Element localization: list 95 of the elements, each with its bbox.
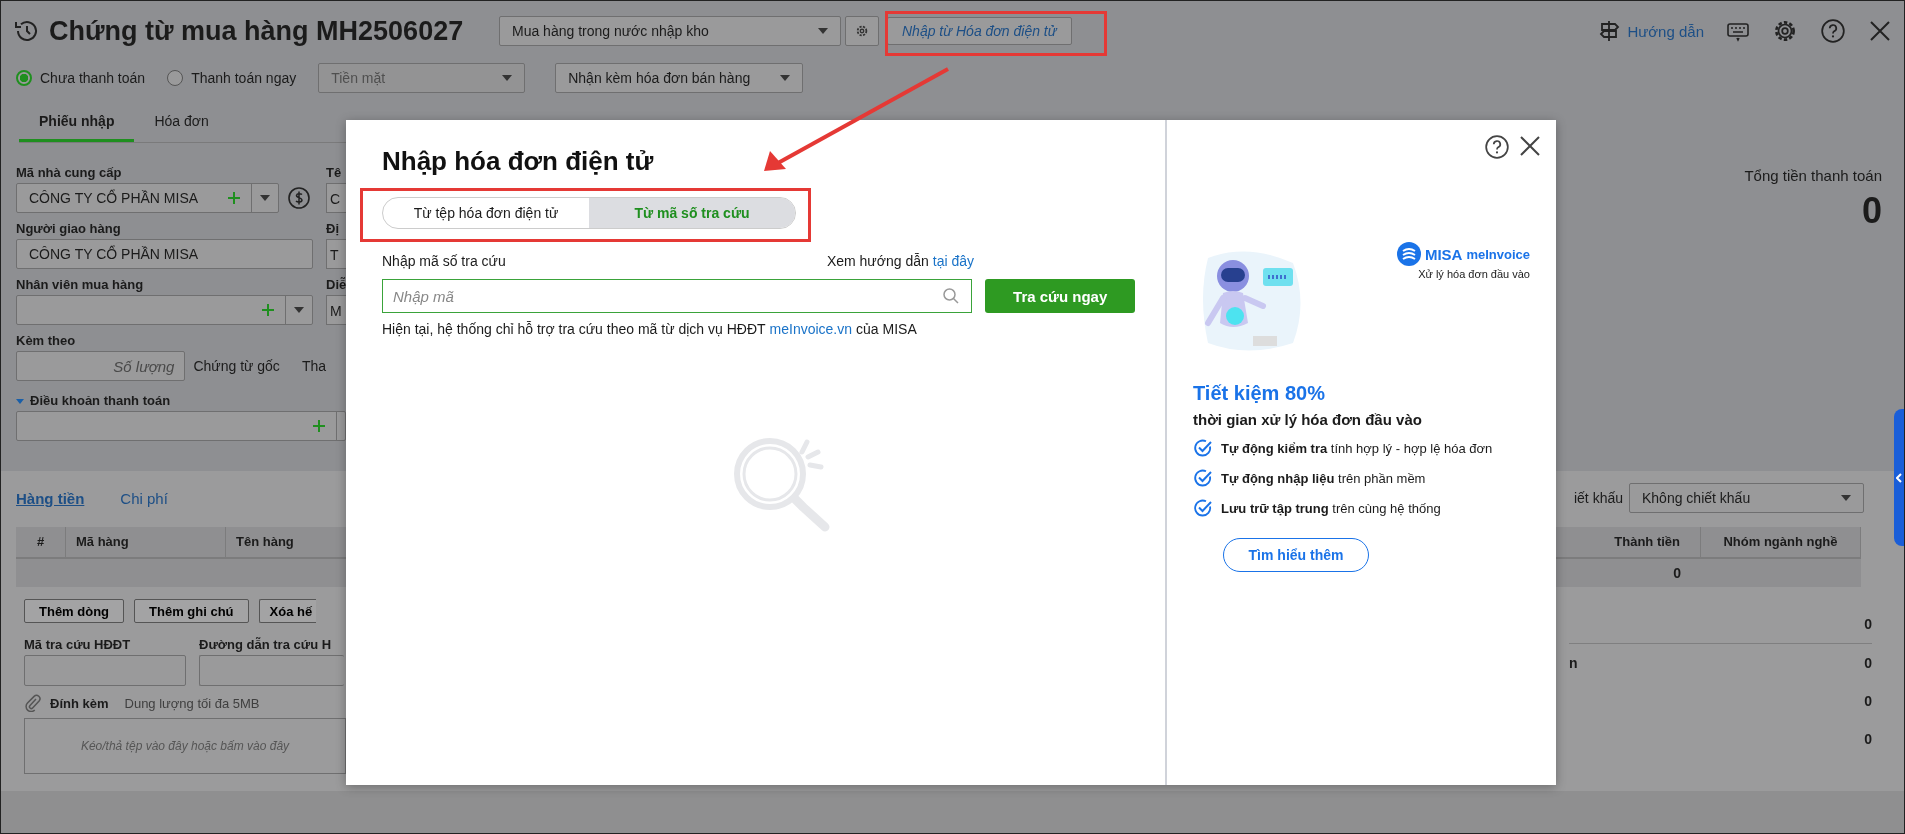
import-einvoice-button[interactable]: Nhập từ Hóa đơn điện tử (887, 17, 1072, 45)
help-icon[interactable] (1820, 18, 1846, 44)
learn-more-button[interactable]: Tìm hiểu thêm (1223, 538, 1369, 572)
chevron-icon (1896, 472, 1902, 483)
column-header: # (16, 527, 66, 557)
promo-headline: Tiết kiệm 80% (1193, 382, 1326, 405)
text-field[interactable] (24, 655, 186, 686)
field-label: Đường dẫn tra cứu H (199, 636, 333, 654)
support-note: Hiện tại, hệ thống chỉ hỗ trợ tra cứu theo mã từ dịch vụ HĐĐT (382, 321, 766, 337)
total-label: Tổng tiền thanh toán (1744, 167, 1882, 184)
payment-terms-field[interactable] (16, 411, 346, 441)
text-field[interactable]: M (326, 295, 346, 325)
attachment-label: Đính kèm (50, 695, 109, 711)
meinvoice-link[interactable]: meInvoice.vn (769, 321, 853, 337)
feature-text: Tự động kiểm tra tính hợp lý - hợp lệ hóa đơn (1221, 440, 1493, 456)
form-tab[interactable]: Hóa đơn (134, 105, 229, 142)
field-label: Kèm theo (16, 332, 77, 350)
field-label: Tê (326, 164, 343, 182)
product-name: meInvoice (1466, 246, 1530, 262)
triangle-icon (16, 398, 24, 404)
mode-tab[interactable]: Từ mã số tra cứu (589, 198, 795, 228)
detail-tab[interactable]: Hàng tiền (16, 489, 85, 507)
check-circle-icon (1193, 438, 1213, 458)
paperclip-icon (24, 694, 42, 712)
caret-icon (818, 28, 828, 34)
summary-value: 0 (1864, 693, 1872, 709)
caret-icon[interactable] (294, 307, 304, 313)
guide-link[interactable]: tại đây (932, 253, 974, 269)
check-circle-icon (1193, 498, 1213, 518)
code-label: Nhập mã số tra cứu (382, 253, 506, 269)
mode-tab[interactable]: Từ tệp hóa đơn điện tử (383, 198, 589, 228)
feature-text: Tự động nhập liệu trên phần mềm (1221, 470, 1426, 486)
field-label: Nhân viên mua hàng (16, 276, 145, 294)
summary-value: 0 (1864, 655, 1872, 671)
table-action-button[interactable]: Xóa hế (258, 599, 317, 623)
close-icon[interactable] (1518, 134, 1542, 158)
original-docs-label: Chứng từ gốc (193, 358, 280, 374)
attachment-hint: Dung lượng tối đa 5MB (124, 695, 260, 711)
field-label: Đị (326, 220, 340, 238)
caret-icon (780, 75, 791, 81)
search-icon (942, 287, 961, 305)
field-label: Tha (301, 358, 326, 374)
dialog-title: Nhập hóa đơn điện tử (382, 146, 655, 177)
check-circle-icon (1193, 468, 1213, 488)
promo-subheadline: thời gian xử lý hóa đơn đầu vào (1193, 411, 1423, 428)
total-cell-text: 0 (1672, 564, 1682, 583)
column-header: Nhóm ngành nghề (1701, 527, 1861, 557)
form-tab[interactable]: Phiếu nhập (19, 105, 135, 142)
field-label: Mã nhà cung cấp (16, 164, 123, 182)
payment-radio[interactable]: Thanh toán ngay (167, 70, 297, 86)
document-type-dropdown[interactable]: Mua hàng trong nước nhập kho (499, 16, 841, 46)
dollar-icon[interactable] (287, 186, 311, 210)
brand-name: MISA (1424, 245, 1463, 263)
caret-icon (502, 75, 513, 81)
field-label: Người giao hàng (16, 220, 122, 238)
file-dropzone[interactable]: Kéo/thả tệp vào đây hoặc bấm vào đây (24, 718, 346, 774)
signpost-icon (1597, 19, 1622, 43)
lookup-code-input[interactable]: Nhập mã (382, 279, 973, 313)
text-field[interactable]: T (326, 239, 346, 269)
logo-tagline: Xử lý hóa đơn đầu vào (1417, 268, 1530, 280)
logo-icon (1396, 242, 1421, 266)
payment-radio[interactable]: Chưa thanh toán (16, 70, 146, 86)
lookup-button[interactable]: Tra cứu ngay (985, 279, 1135, 313)
page-title: Chứng từ mua hàng MH2506027 (49, 15, 464, 47)
discount-dropdown[interactable]: Không chiết khấu (1629, 483, 1864, 513)
column-header: Tên hàng (235, 533, 295, 551)
total-amount: 0 (1860, 190, 1882, 232)
text-field[interactable]: C (326, 183, 346, 213)
payment-terms-toggle[interactable]: Điều khoản thanh toán (16, 391, 326, 411)
table-action-button[interactable]: Thêm ghi chú (134, 599, 249, 623)
summary-label: n (1569, 655, 1578, 671)
guide-text: Xem hướng dẫn (826, 253, 929, 269)
close-icon[interactable] (1868, 19, 1892, 43)
field-label: Diễ (326, 276, 346, 294)
summary-value: 0 (1864, 616, 1872, 632)
caret-icon (1841, 495, 1851, 501)
settings-button[interactable] (845, 16, 879, 46)
caret-icon[interactable] (260, 195, 270, 201)
buyer-field[interactable] (16, 295, 313, 325)
invoice-option-dropdown[interactable]: Nhận kèm hóa đơn bán hàng (555, 63, 804, 93)
settings-icon[interactable] (1772, 18, 1798, 44)
help-icon[interactable] (1484, 134, 1510, 160)
deliverer-field[interactable]: CÔNG TY CỔ PHẦN MISA (16, 239, 313, 269)
quantity-field[interactable]: Số lượng (16, 351, 186, 381)
supplier-field[interactable]: CÔNG TY CỔ PHẦN MISA (16, 183, 279, 213)
column-header: Mã hàng (66, 527, 226, 557)
support-note: của MISA (856, 321, 917, 337)
detail-tab[interactable]: Chi phí (120, 489, 168, 507)
feature-text: Lưu trữ tập trung trên cùng hệ thống (1221, 500, 1441, 516)
table-action-button[interactable]: Thêm dòng (24, 599, 125, 623)
gear-icon (855, 24, 869, 38)
text-field[interactable] (199, 655, 344, 686)
summary-value: 0 (1864, 731, 1872, 747)
discount-label: iết khấu (1573, 490, 1623, 506)
field-label: Mã tra cứu HĐĐT (24, 636, 132, 654)
